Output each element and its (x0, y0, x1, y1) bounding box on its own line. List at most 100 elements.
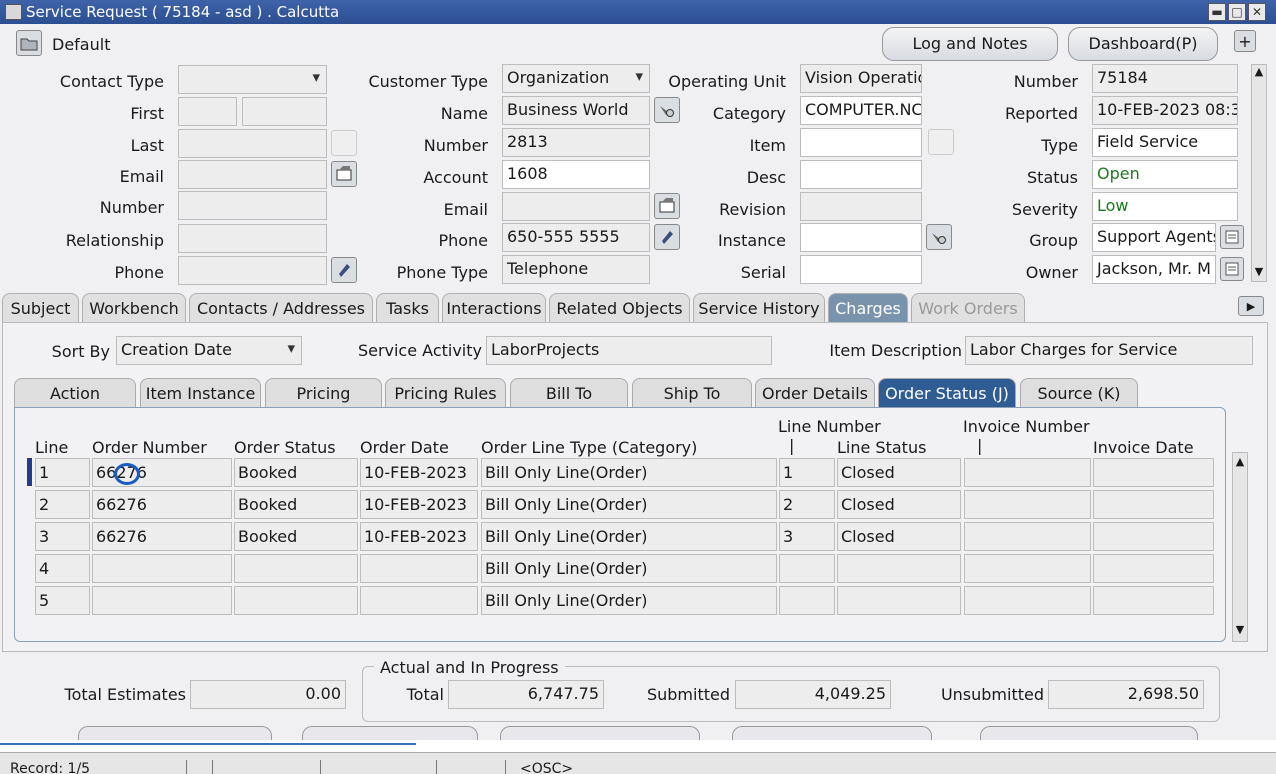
last-name-field[interactable] (178, 129, 327, 158)
tab-interactions[interactable]: Interactions (442, 293, 546, 323)
subtab-item-instance[interactable]: Item Instance (140, 378, 261, 407)
log-notes-button[interactable]: Log and Notes (882, 27, 1058, 61)
cell-line[interactable]: 3 (35, 522, 90, 551)
cell-order-status[interactable]: Booked (234, 490, 358, 519)
cell-invoice-date[interactable] (1093, 458, 1214, 487)
cell-order-status[interactable] (234, 586, 358, 615)
cell-order-status[interactable]: Booked (234, 458, 358, 487)
group-field[interactable]: Support Agents (1092, 223, 1216, 252)
maximize-button[interactable]: □ (1228, 3, 1246, 21)
minimize-button[interactable]: ▬ (1208, 3, 1226, 21)
total-estimates-field[interactable]: 0.00 (190, 680, 346, 709)
tab-workbench[interactable]: Workbench (82, 293, 186, 323)
revision-field[interactable] (800, 192, 922, 221)
reported-field[interactable]: 10-FEB-2023 08:35 (1092, 96, 1238, 125)
relationship-field[interactable] (178, 224, 327, 253)
customer-type-select[interactable]: Organization (502, 64, 650, 93)
subtab-action[interactable]: Action (14, 378, 136, 407)
cell-invoice-date[interactable] (1093, 586, 1214, 615)
customer-email-field[interactable] (502, 192, 650, 221)
operating-unit-field[interactable]: Vision Operatio (800, 64, 922, 93)
cell-invoice-number[interactable] (964, 586, 1091, 615)
cell-line-number[interactable] (779, 586, 835, 615)
instance-flashlight-icon[interactable] (926, 224, 952, 250)
cell-order-date[interactable]: 10-FEB-2023 (360, 458, 478, 487)
cell-line-type[interactable]: Bill Only Line(Order) (481, 490, 777, 519)
cell-order-date[interactable] (360, 554, 478, 583)
contact-email-field[interactable] (178, 160, 327, 189)
expand-button[interactable]: + (1234, 30, 1256, 52)
cell-line-type[interactable]: Bill Only Line(Order) (481, 522, 777, 551)
cell-line-status[interactable]: Closed (837, 458, 961, 487)
grid-scroll-down-icon[interactable]: ▼ (1233, 623, 1247, 639)
subtab-ship-to[interactable]: Ship To (632, 378, 752, 407)
cell-line-number[interactable]: 2 (779, 490, 835, 519)
group-lov-icon[interactable] (1220, 225, 1244, 249)
grid-scroll-up-icon[interactable]: ▲ (1233, 455, 1247, 471)
cell-invoice-number[interactable] (964, 458, 1091, 487)
cell-invoice-number[interactable] (964, 490, 1091, 519)
sr-number-field[interactable]: 75184 (1092, 64, 1238, 93)
customer-phone-field[interactable]: 650-555 5555 (502, 223, 650, 252)
unsubmitted-field[interactable]: 2,698.50 (1048, 680, 1204, 709)
cell-line-status[interactable] (837, 554, 961, 583)
cell-order-number[interactable]: 66276 (92, 458, 232, 487)
customer-name-field[interactable]: Business World (502, 96, 650, 125)
category-field[interactable]: COMPUTER.NC (800, 96, 922, 125)
owner-lov-icon[interactable] (1220, 257, 1244, 281)
cell-order-number[interactable] (92, 554, 232, 583)
cell-order-number[interactable]: 66276 (92, 490, 232, 519)
cell-order-number[interactable]: 66276 (92, 522, 232, 551)
dashboard-button[interactable]: Dashboard(P) (1068, 27, 1218, 61)
cell-line-status[interactable]: Closed (837, 490, 961, 519)
scroll-up-icon[interactable]: ▲ (1252, 65, 1266, 81)
cell-line[interactable]: 2 (35, 490, 90, 519)
desc-field[interactable] (800, 160, 922, 189)
scroll-down-icon[interactable]: ▼ (1252, 265, 1266, 281)
account-field[interactable]: 1608 (502, 160, 650, 189)
tab-tasks[interactable]: Tasks (376, 293, 439, 323)
cell-order-status[interactable] (234, 554, 358, 583)
contact-number-field[interactable] (178, 191, 327, 220)
item-description-field[interactable]: Labor Charges for Service (965, 336, 1253, 365)
cell-line[interactable]: 5 (35, 586, 90, 615)
tab-work-orders[interactable]: Work Orders (911, 293, 1025, 323)
cell-order-date[interactable]: 10-FEB-2023 (360, 522, 478, 551)
folder-icon[interactable] (16, 30, 42, 56)
cell-line-number[interactable] (779, 554, 835, 583)
instance-field[interactable] (800, 223, 922, 252)
owner-field[interactable]: Jackson, Mr. M (1092, 255, 1216, 284)
tab-service-history[interactable]: Service History (693, 293, 825, 323)
cell-line-type[interactable]: Bill Only Line(Order) (481, 554, 777, 583)
cell-order-date[interactable] (360, 586, 478, 615)
subtab-order-details[interactable]: Order Details (755, 378, 875, 407)
contact-phone-field[interactable] (178, 256, 327, 285)
cell-line-number[interactable]: 3 (779, 522, 835, 551)
tab-related-objects[interactable]: Related Objects (549, 293, 690, 323)
customer-number-field[interactable]: 2813 (502, 128, 650, 157)
severity-field[interactable]: Low (1092, 192, 1238, 221)
subtab-pricing-rules[interactable]: Pricing Rules (385, 378, 506, 407)
first-name-field[interactable] (178, 97, 237, 126)
sort-by-select[interactable]: Creation Date (116, 336, 302, 365)
tab-scroll-right-icon[interactable]: ▶ (1238, 296, 1264, 316)
cell-line[interactable]: 4 (35, 554, 90, 583)
tab-contacts-addresses[interactable]: Contacts / Addresses (189, 293, 373, 323)
subtab-pricing[interactable]: Pricing (265, 378, 382, 407)
cell-invoice-number[interactable] (964, 554, 1091, 583)
tab-subject[interactable]: Subject (2, 293, 79, 323)
cell-invoice-date[interactable] (1093, 554, 1214, 583)
subtab-source[interactable]: Source (K) (1020, 378, 1138, 407)
cell-line-type[interactable]: Bill Only Line(Order) (481, 458, 777, 487)
contact-type-select[interactable] (178, 65, 327, 94)
grid-scrollbar[interactable]: ▲ ▼ (1232, 452, 1248, 642)
subtab-order-status[interactable]: Order Status (J) (878, 378, 1016, 407)
header-scrollbar[interactable]: ▲ ▼ (1251, 64, 1267, 282)
status-field[interactable]: Open (1092, 160, 1238, 189)
item-field[interactable] (800, 128, 922, 157)
submitted-field[interactable]: 4,049.25 (735, 680, 891, 709)
cell-line-number[interactable]: 1 (779, 458, 835, 487)
type-field[interactable]: Field Service (1092, 128, 1238, 157)
phone-type-field[interactable]: Telephone (502, 255, 650, 284)
tab-charges[interactable]: Charges (828, 293, 908, 323)
